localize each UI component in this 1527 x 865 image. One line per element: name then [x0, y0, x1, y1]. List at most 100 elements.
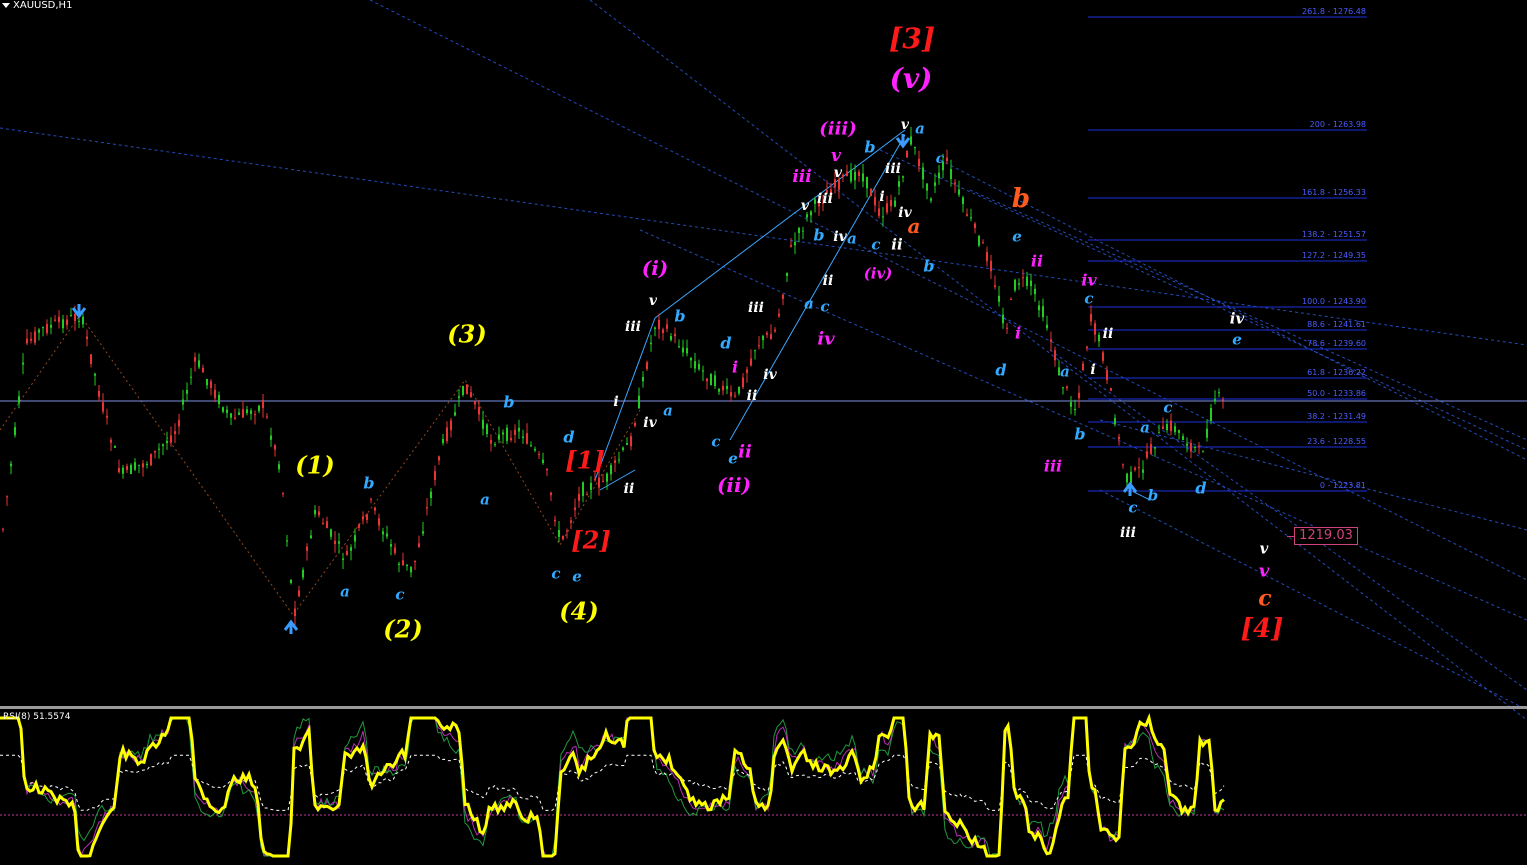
candle-body — [1054, 350, 1056, 361]
candle-body — [490, 440, 492, 444]
rsi-header: RSI(8) 51.5574 — [3, 712, 71, 722]
candle-body — [1138, 467, 1140, 469]
candle-body — [1122, 464, 1124, 466]
wave-label: [3] — [889, 22, 935, 55]
wave-label: a — [804, 294, 814, 312]
candle-body — [786, 272, 788, 276]
candle-body — [1186, 443, 1188, 446]
candle-body — [122, 467, 124, 474]
candle-body — [546, 468, 548, 471]
candle-body — [950, 169, 952, 180]
candle-body — [1194, 446, 1196, 448]
candle-body — [674, 333, 676, 337]
candle-body — [462, 385, 464, 395]
candle-body — [1106, 370, 1108, 381]
wave-label: e — [1232, 330, 1242, 348]
candle-body — [738, 386, 740, 394]
candle-body — [474, 401, 476, 405]
wave-label: i — [613, 394, 618, 410]
candle-body — [394, 547, 396, 553]
candle-body — [514, 429, 516, 435]
candle-body — [538, 453, 540, 455]
candle-body — [658, 319, 660, 330]
candle-body — [954, 182, 956, 185]
candle-body — [1078, 392, 1080, 399]
arrow-up-icon — [1122, 481, 1138, 496]
wave-label: [2] — [571, 525, 610, 554]
candle-body — [678, 346, 680, 348]
candle-body — [562, 535, 564, 540]
channel-line — [879, 149, 1527, 451]
candle-body — [370, 499, 372, 501]
candle-body — [946, 157, 948, 162]
candle-body — [214, 389, 216, 399]
candle-body — [666, 324, 668, 329]
candle-body — [1110, 388, 1112, 391]
wave-label: (3) — [447, 319, 486, 348]
candle-body — [434, 471, 436, 480]
candle-body — [238, 412, 240, 415]
candle-body — [1066, 386, 1068, 389]
wave-label: iv — [817, 328, 835, 349]
candle-body — [626, 443, 628, 445]
candle-body — [450, 420, 452, 431]
candle-body — [10, 463, 12, 467]
wave-label: (1) — [295, 450, 334, 479]
dropdown-triangle-icon[interactable] — [2, 2, 10, 8]
candle-body — [614, 460, 616, 463]
candle-body — [762, 335, 764, 341]
candle-body — [1094, 323, 1096, 335]
wave-label: i — [1090, 362, 1095, 378]
candle-body — [1206, 428, 1208, 438]
candle-body — [210, 381, 212, 388]
candle-body — [1130, 471, 1132, 484]
candle-body — [1210, 408, 1212, 422]
candle-body — [186, 389, 188, 394]
candle-body — [534, 448, 536, 451]
wave-label: ii — [738, 441, 752, 462]
candle-body — [158, 448, 160, 450]
candle-body — [138, 464, 140, 466]
candle-body — [190, 376, 192, 378]
wave-label: a — [1060, 362, 1070, 380]
wave-label: (2) — [383, 614, 422, 643]
wave-label: ii — [1103, 326, 1114, 342]
candle-body — [770, 333, 772, 340]
candle-body — [1030, 280, 1032, 287]
wave-label: b — [923, 257, 934, 276]
fib-level-label: 138.2 - 1251.57 — [1302, 230, 1366, 239]
candle-body — [442, 439, 444, 444]
candle-body — [194, 357, 196, 362]
symbol-header[interactable]: XAUUSD,H1 — [2, 0, 72, 11]
candle-body — [458, 396, 460, 399]
candle-body — [990, 260, 992, 272]
candle-body — [958, 189, 960, 195]
candle-body — [966, 214, 968, 216]
wave-label: e — [728, 449, 738, 467]
candle-body — [550, 492, 552, 496]
candle-body — [522, 436, 524, 438]
candle-body — [134, 462, 136, 470]
candle-body — [314, 509, 316, 515]
fib-level-label: 127.2 - 1249.35 — [1302, 251, 1366, 260]
fib-level-label: 23.6 - 1228.55 — [1307, 437, 1366, 446]
candle-body — [26, 338, 28, 344]
candle-body — [62, 319, 64, 329]
candle-body — [322, 522, 324, 524]
candle-body — [14, 427, 16, 436]
candle-body — [1158, 432, 1160, 434]
candle-body — [198, 360, 200, 368]
candle-body — [802, 230, 804, 232]
candle-body — [518, 427, 520, 432]
wave-label: a — [847, 229, 857, 247]
wave-label: iii — [817, 191, 833, 207]
candle-body — [1082, 363, 1084, 371]
wave-label: iv — [1230, 309, 1245, 327]
wave-label: iv — [1081, 271, 1097, 290]
candle-body — [1222, 399, 1224, 401]
candle-body — [446, 427, 448, 442]
candle-body — [266, 416, 268, 418]
candle-body — [582, 482, 584, 496]
channel-line — [369, 0, 1527, 581]
candle-body — [718, 389, 720, 392]
